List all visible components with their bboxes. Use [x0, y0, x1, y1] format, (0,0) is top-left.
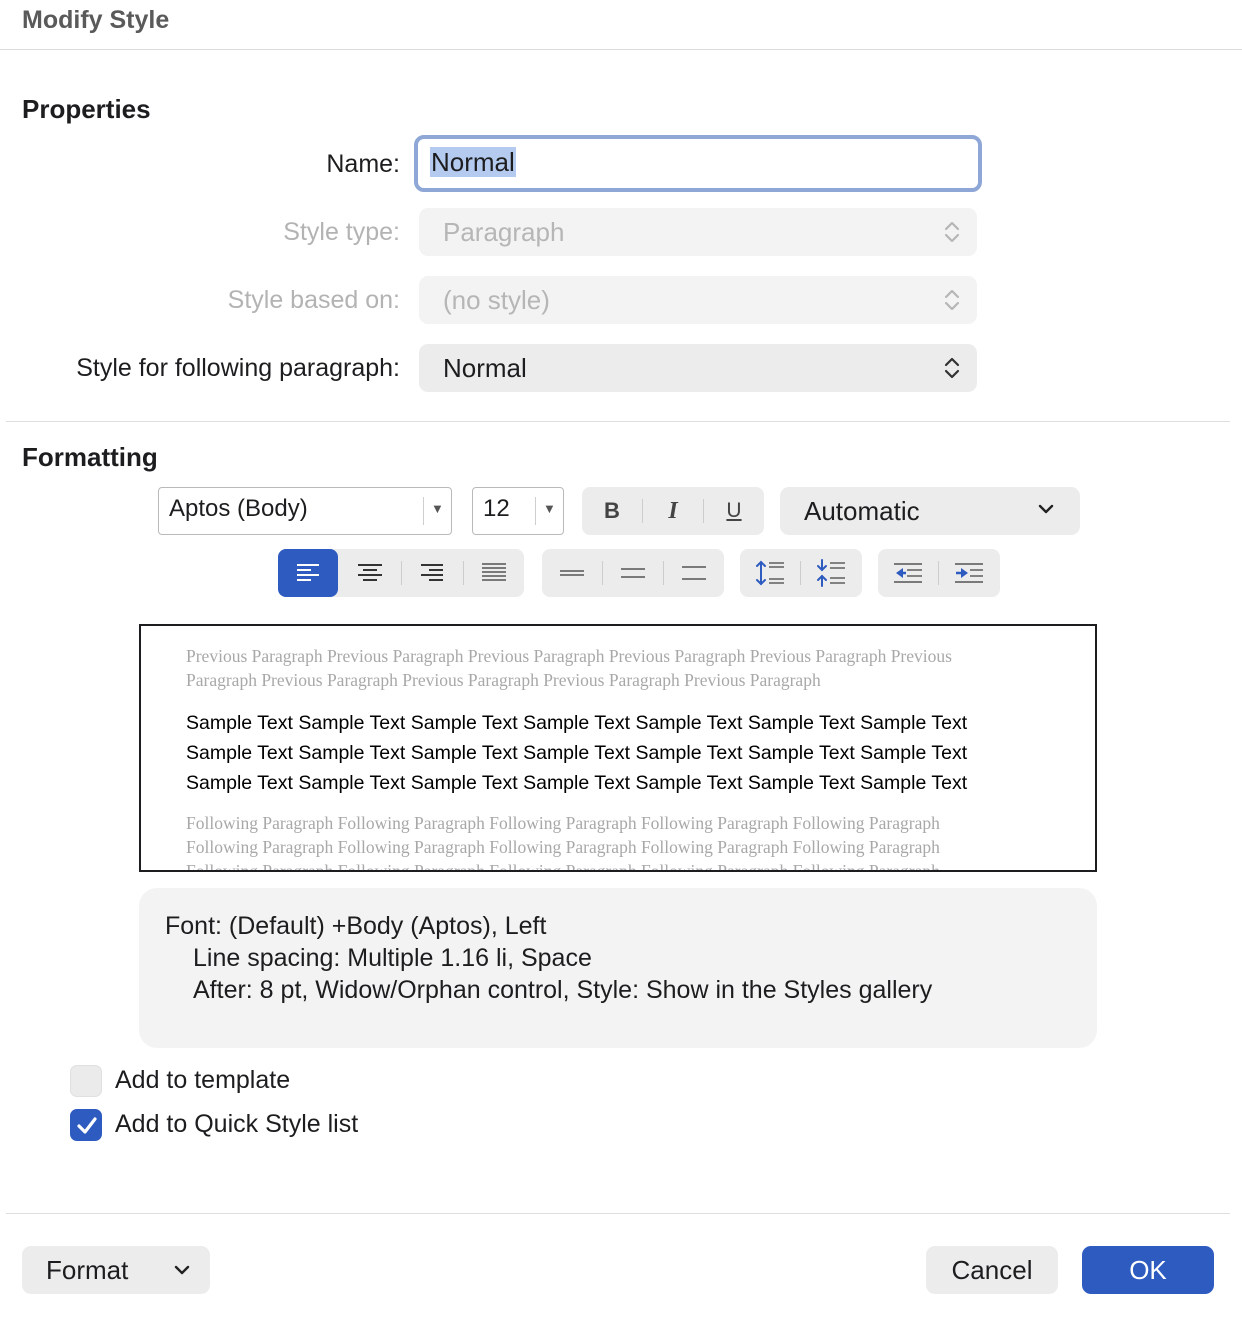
indent-group	[878, 549, 1000, 597]
format-menu-button[interactable]: Format	[22, 1246, 210, 1294]
style-description: Font: (Default) +Body (Aptos), Left Line…	[139, 888, 1097, 1048]
previous-paragraph-text: Previous Paragraph Previous Paragraph Pr…	[186, 646, 952, 690]
following-paragraph-value: Normal	[443, 353, 527, 383]
checkmark-icon	[77, 1117, 97, 1134]
single-spacing-icon	[560, 570, 584, 576]
single-spacing-button[interactable]	[542, 549, 602, 597]
description-line: Line spacing: Multiple 1.16 li, Space	[193, 944, 592, 972]
style-type-popup: Paragraph	[419, 208, 977, 256]
text-style-group: B I U	[582, 487, 764, 535]
following-paragraph-text: Following Paragraph Following Paragraph …	[186, 813, 940, 872]
increase-paragraph-spacing-icon	[756, 560, 784, 586]
paragraph-spacing-group	[740, 549, 862, 597]
alignment-group	[278, 549, 524, 597]
double-spacing-button[interactable]	[664, 549, 724, 597]
style-preview: Previous Paragraph Previous Paragraph Pr…	[139, 624, 1097, 872]
align-center-icon	[358, 564, 382, 581]
dropdown-arrow-icon[interactable]: ▼	[431, 501, 444, 516]
description-line: After: 8 pt, Widow/Orphan control, Style…	[193, 976, 933, 1004]
align-justify-button[interactable]	[464, 549, 524, 597]
ok-button[interactable]: OK	[1082, 1246, 1214, 1294]
increase-spacing-button[interactable]	[740, 549, 800, 597]
name-label: Name:	[326, 150, 400, 178]
window-title: Modify Style	[22, 6, 170, 34]
align-center-button[interactable]	[340, 549, 400, 597]
one-half-spacing-button[interactable]	[603, 549, 663, 597]
footer-divider	[6, 1213, 1230, 1214]
italic-button[interactable]: I	[643, 487, 703, 535]
align-right-button[interactable]	[402, 549, 462, 597]
chevron-down-icon	[174, 1265, 190, 1275]
align-justify-icon	[482, 563, 506, 581]
decrease-indent-icon	[894, 563, 922, 583]
cancel-button[interactable]: Cancel	[926, 1246, 1058, 1294]
style-type-value: Paragraph	[443, 217, 565, 247]
based-on-popup: (no style)	[419, 276, 977, 324]
decrease-spacing-button[interactable]	[801, 549, 861, 597]
font-name-value: Aptos (Body)	[169, 495, 308, 522]
name-input-value: Normal	[430, 147, 516, 177]
increase-indent-button[interactable]	[939, 549, 999, 597]
updown-chevron-icon	[944, 289, 960, 311]
based-on-label: Style based on:	[227, 286, 400, 314]
name-input[interactable]: Normal	[414, 135, 982, 192]
updown-chevron-icon	[944, 357, 960, 379]
quick-style-checkbox[interactable]	[70, 1109, 102, 1141]
following-label: Style for following paragraph:	[76, 354, 400, 382]
quick-style-label[interactable]: Add to Quick Style list	[115, 1110, 358, 1139]
double-spacing-icon	[682, 566, 706, 580]
add-to-template-label[interactable]: Add to template	[115, 1066, 290, 1095]
add-to-template-checkbox[interactable]	[70, 1065, 102, 1097]
increase-indent-icon	[955, 563, 983, 583]
title-bar	[0, 0, 1242, 50]
formatting-heading: Formatting	[22, 442, 158, 472]
align-right-icon	[421, 564, 443, 581]
bold-button[interactable]: B	[582, 487, 642, 535]
updown-chevron-icon	[944, 221, 960, 243]
align-left-icon	[297, 564, 319, 581]
style-type-label: Style type:	[283, 218, 400, 246]
font-size-value: 12	[483, 495, 510, 522]
dropdown-arrow-icon[interactable]: ▼	[543, 501, 556, 516]
description-line: Font: (Default) +Body (Aptos), Left	[165, 912, 547, 940]
underline-button[interactable]: U	[704, 487, 764, 535]
font-color-popup[interactable]: Automatic	[780, 487, 1080, 535]
font-color-value: Automatic	[804, 496, 920, 526]
properties-heading: Properties	[22, 94, 151, 124]
chevron-down-icon	[1038, 504, 1054, 514]
based-on-value: (no style)	[443, 285, 550, 315]
section-divider	[6, 421, 1230, 422]
decrease-paragraph-spacing-icon	[817, 559, 845, 587]
align-left-button[interactable]	[278, 549, 338, 597]
line-spacing-group	[542, 549, 724, 597]
sample-text: Sample Text Sample Text Sample Text Samp…	[186, 712, 968, 794]
following-paragraph-popup[interactable]: Normal	[419, 344, 977, 392]
one-half-spacing-icon	[621, 568, 645, 578]
font-size-combo[interactable]: 12 ▼	[472, 487, 564, 535]
font-name-combo[interactable]: Aptos (Body) ▼	[158, 487, 452, 535]
decrease-indent-button[interactable]	[878, 549, 938, 597]
